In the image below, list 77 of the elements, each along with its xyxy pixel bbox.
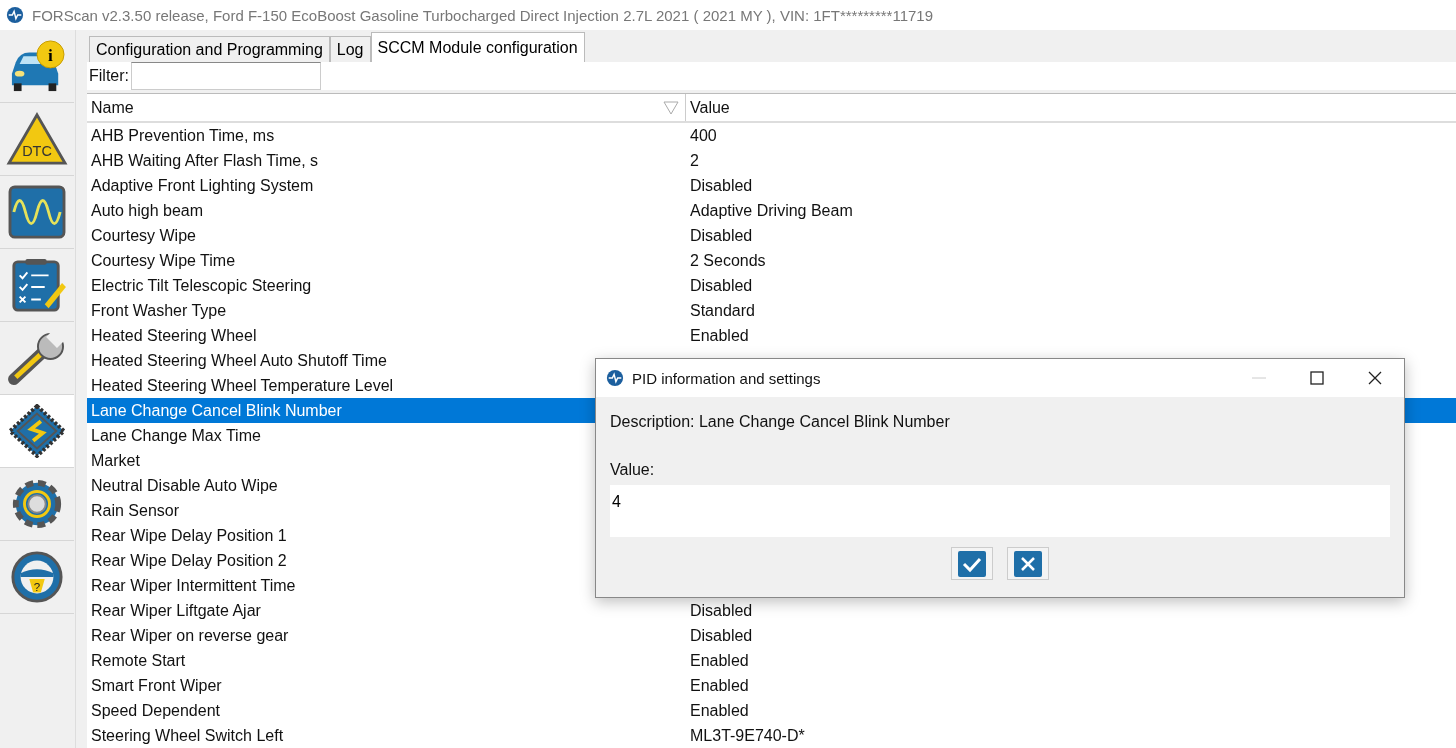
dialog-title: PID information and settings (632, 369, 822, 387)
chip-icon (6, 404, 68, 458)
table-cell: Rear Wiper Intermittent Time (91, 576, 296, 594)
table-row[interactable]: Adaptive Front Lighting System Disabled (87, 173, 1456, 198)
cancel-button[interactable] (1007, 547, 1049, 580)
table-cell-text: 2 Seconds (689, 251, 766, 270)
tab[interactable]: SCCM Module configuration (370, 32, 585, 62)
value-field[interactable]: 4 (610, 485, 1390, 537)
table-cell: Front Washer Type (91, 301, 227, 319)
table-row[interactable]: Front Washer Type Standard (87, 298, 1456, 323)
table-cell-text: Disabled (689, 626, 753, 645)
table-cell: Courtesy Wipe (91, 226, 196, 244)
table-cell: Lane Change Cancel Blink Number (91, 401, 342, 419)
column-header[interactable]: Value (686, 94, 730, 121)
warning-triangle-icon: DTC (6, 112, 68, 166)
app-logo-icon (606, 369, 624, 387)
table-cell-text: Standard (689, 301, 755, 320)
value-label: Value: (610, 461, 656, 479)
table-cell-text: 400 (689, 126, 717, 145)
table-row[interactable]: Auto high beam Adaptive Driving Beam (87, 198, 1456, 223)
table-cell: Rear Wipe Delay Position 2 (91, 551, 287, 569)
table-row[interactable]: Rear Wiper on reverse gear Disabled (87, 623, 1456, 648)
description-text: Description: Lane Change Cancel Blink Number (610, 413, 951, 431)
close-icon (1368, 371, 1382, 385)
table-cell-text: Disabled (689, 176, 753, 195)
filter-label: Filter: (88, 67, 129, 85)
maximize-icon (1310, 371, 1324, 385)
table-cell: AHB Prevention Time, ms (91, 126, 275, 144)
table-cell-text: Enabled (689, 651, 749, 670)
app-logo-icon (6, 6, 24, 24)
table-cell-text: Disabled (689, 226, 753, 245)
table-cell: Smart Front Wiper (91, 676, 222, 694)
table-cell-text: 2 (689, 151, 699, 170)
table-row[interactable]: AHB Prevention Time, ms 400 (87, 123, 1456, 148)
table-cell: Rear Wiper on reverse gear (91, 626, 289, 644)
table-row[interactable]: AHB Waiting After Flash Time, s 2 (87, 148, 1456, 173)
table-row[interactable]: Courtesy Wipe Time 2 Seconds (87, 248, 1456, 273)
table-cell: Courtesy Wipe Time (91, 251, 236, 269)
confirm-button[interactable] (951, 547, 993, 580)
table-cell-text: Enabled (689, 701, 749, 720)
table-cell: Neutral Disable Auto Wipe (91, 476, 278, 494)
column-header[interactable]: Name (87, 94, 686, 121)
table-cell: Rear Wipe Delay Position 1 (91, 526, 287, 544)
oscilloscope-icon (6, 185, 68, 239)
close-icon (1014, 550, 1042, 577)
table-row[interactable]: Smart Front Wiper Enabled (87, 673, 1456, 698)
table-cell: Heated Steering Wheel Auto Shutoff Time (91, 351, 387, 369)
window-title: FORScan v2.3.50 release, Ford F-150 EcoBoost Gasoline Turbocharged Direct Injection 2.7L 2021 ( 2021 MY ), VIN: 1FT*********11719 (32, 6, 934, 24)
table-row[interactable]: Steering Wheel Switch Left ML3T-9E740-D* (87, 723, 1456, 748)
table-row[interactable]: Rear Wiper Liftgate Ajar Disabled (87, 598, 1456, 623)
table-cell: Speed Dependent (91, 701, 220, 719)
filter-field[interactable] (131, 62, 321, 90)
table-cell-text: Enabled (689, 676, 749, 695)
table-cell: Electric Tilt Telescopic Steering (91, 276, 312, 294)
checkmark-icon (958, 550, 986, 577)
table-cell: Adaptive Front Lighting System (91, 176, 314, 194)
table-row[interactable]: Remote Start Enabled (87, 648, 1456, 673)
sort-icon (663, 100, 679, 115)
table-cell: Rear Wiper Liftgate Ajar (91, 601, 261, 619)
table-row[interactable]: Heated Steering Wheel Enabled (87, 323, 1456, 348)
table-cell: Auto high beam (91, 201, 204, 219)
table-cell-text: Disabled (689, 276, 753, 295)
table-cell: Lane Change Max Time (91, 426, 261, 444)
tab[interactable]: Log (329, 36, 371, 62)
table-cell: Steering Wheel Switch Left (91, 726, 284, 744)
table-cell-text: ML3T-9E740-D* (689, 726, 805, 745)
table-cell-text: Adaptive Driving Beam (689, 201, 853, 220)
tab[interactable]: Configuration and Programming (89, 36, 330, 62)
table-cell-text: Disabled (689, 601, 753, 620)
table-row[interactable]: Courtesy Wipe Disabled (87, 223, 1456, 248)
sidebar-button[interactable] (0, 395, 74, 468)
table-row[interactable]: Speed Dependent Enabled (87, 698, 1456, 723)
table-row[interactable]: Electric Tilt Telescopic Steering Disabled (87, 273, 1456, 298)
table-cell: Remote Start (91, 651, 186, 669)
table-cell: Heated Steering Wheel (91, 326, 257, 344)
table-cell: AHB Waiting After Flash Time, s (91, 151, 319, 169)
table-cell-text: Enabled (689, 326, 749, 345)
